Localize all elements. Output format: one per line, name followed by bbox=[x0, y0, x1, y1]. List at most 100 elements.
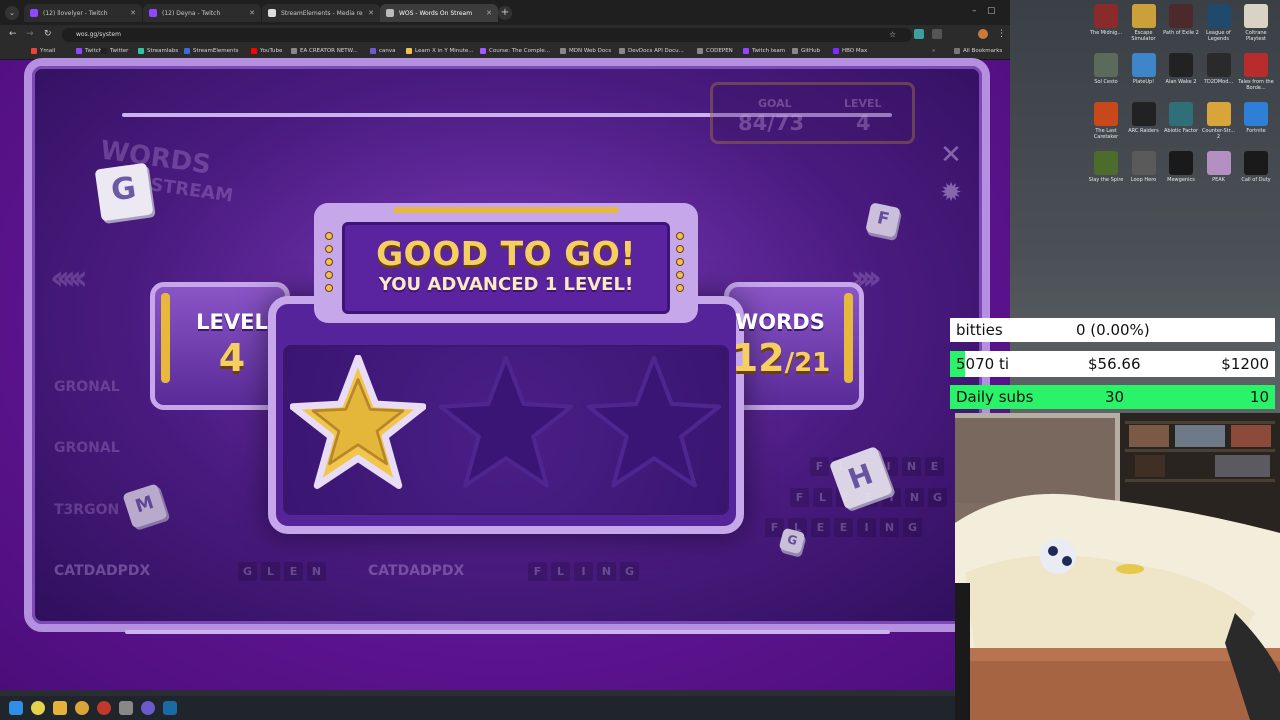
obs-icon[interactable] bbox=[97, 701, 111, 715]
desktop-shortcut[interactable]: Path of Exile 2 bbox=[1163, 4, 1199, 36]
app-icon bbox=[1094, 53, 1118, 77]
bookmark-label: DevDocs API Docu... bbox=[628, 48, 684, 54]
forward-icon[interactable]: → bbox=[26, 29, 34, 39]
tab-twitch-1[interactable]: (12) llovelyer - Twitch ✕ bbox=[24, 4, 142, 22]
letter-tile: E bbox=[284, 562, 303, 581]
desktop-shortcut[interactable]: ARC Raiders bbox=[1126, 102, 1162, 134]
taskbar bbox=[0, 696, 955, 720]
close-icon[interactable]: ✕ bbox=[130, 9, 136, 17]
shortcut-label: PlateUp! bbox=[1132, 79, 1155, 85]
new-tab-button[interactable]: + bbox=[498, 6, 512, 20]
webcam-feed bbox=[955, 413, 1280, 720]
subs-label: Daily subs bbox=[956, 388, 1034, 406]
desktop-shortcut[interactable]: PEAK bbox=[1201, 151, 1237, 183]
close-icon[interactable]: ✕ bbox=[368, 9, 374, 17]
desktop-shortcut[interactable]: Fortnite bbox=[1238, 102, 1274, 134]
bookmark-link[interactable]: DevDocs API Docu... bbox=[619, 48, 684, 54]
bookmark-label: EA CREATOR NETW... bbox=[300, 48, 358, 54]
discord-icon[interactable] bbox=[141, 701, 155, 715]
bookmark-link[interactable]: MDN Web Docs bbox=[560, 48, 611, 54]
app-icon bbox=[1094, 4, 1118, 28]
tab-search-icon[interactable]: ⌄ bbox=[5, 6, 19, 20]
windows-start-icon[interactable] bbox=[9, 701, 23, 715]
level-label: LEVEL bbox=[844, 97, 882, 110]
bookmark-link[interactable]: CODEPEN bbox=[697, 48, 733, 54]
bookmark-link[interactable]: Twitch team bbox=[743, 48, 785, 54]
bookmark-link[interactable]: Learn X in Y Minute... bbox=[406, 48, 474, 54]
bg-word: GRONAL bbox=[54, 440, 120, 456]
desktop-shortcut[interactable]: Abiotic Factor bbox=[1163, 102, 1199, 134]
close-icon[interactable]: ✕ bbox=[249, 9, 255, 17]
letter-tile: F bbox=[790, 488, 809, 507]
bookmark-link[interactable]: EA CREATOR NETW... bbox=[291, 48, 358, 54]
bookmark-link[interactable]: StreamElements bbox=[184, 48, 239, 54]
desktop-shortcut[interactable]: The Last Caretaker bbox=[1088, 102, 1124, 140]
close-icon[interactable]: ✕ bbox=[486, 9, 492, 17]
bookmark-link[interactable]: Twitter bbox=[101, 48, 128, 54]
app-icon bbox=[1169, 102, 1193, 126]
shortcut-label: Coltrane Playtest bbox=[1245, 30, 1267, 42]
goal-label: GOAL bbox=[758, 97, 792, 110]
bg-word: T3RGON bbox=[54, 502, 120, 518]
tab-twitch-2[interactable]: (12) Deyna - Twitch ✕ bbox=[143, 4, 261, 22]
star-earned-icon bbox=[290, 355, 426, 489]
bookmark-link[interactable]: GitHub bbox=[792, 48, 820, 54]
bookmark-link[interactable]: YouTube bbox=[251, 48, 282, 54]
bookmark-link[interactable]: Streamlabs bbox=[138, 48, 178, 54]
file-explorer-icon[interactable] bbox=[53, 701, 67, 715]
extensions-puzzle-icon[interactable] bbox=[932, 29, 942, 39]
app-icon bbox=[1206, 151, 1231, 175]
letter-tile: G bbox=[903, 518, 922, 537]
bookmark-link[interactable]: canva bbox=[370, 48, 396, 54]
goal-level-box: GOAL 84/73 LEVEL 4 bbox=[710, 82, 915, 144]
bookmark-link[interactable]: HBO Max bbox=[833, 48, 867, 54]
desktop-shortcut[interactable]: Call of Duty bbox=[1238, 151, 1274, 183]
menu-kebab-icon[interactable]: ⋮ bbox=[997, 29, 1006, 39]
bits-widget: bitties 0 (0.00%) bbox=[950, 318, 1275, 342]
bookmark-link[interactable]: Ymail bbox=[31, 48, 55, 54]
app-icon bbox=[1206, 53, 1231, 77]
profile-avatar[interactable] bbox=[978, 29, 988, 39]
desktop-shortcut[interactable]: Escape Simulator bbox=[1126, 4, 1162, 42]
tab-streamelements[interactable]: StreamElements - Media re ✕ bbox=[262, 4, 380, 22]
desktop-shortcut[interactable]: 7D2DMod... bbox=[1201, 53, 1237, 85]
chrome-profile-icon[interactable] bbox=[75, 701, 89, 715]
tab-wos[interactable]: WOS - Words On Stream ✕ bbox=[380, 4, 498, 22]
words-found: 12 bbox=[731, 336, 785, 380]
desktop-shortcut[interactable]: PlateUp! bbox=[1126, 53, 1162, 85]
chrome-icon[interactable] bbox=[31, 701, 45, 715]
minimize-icon[interactable]: – bbox=[972, 6, 977, 16]
all-bookmarks-link[interactable]: All Bookmarks bbox=[954, 48, 1002, 54]
bookmark-favicon-icon bbox=[833, 48, 839, 54]
letter-tile: G bbox=[928, 488, 947, 507]
desktop-shortcut[interactable]: The Midnig... bbox=[1088, 4, 1124, 36]
app-icon bbox=[1131, 102, 1156, 126]
desktop-shortcut[interactable]: Sol Cesto bbox=[1088, 53, 1124, 85]
bookmark-link[interactable]: Course: The Comple... bbox=[480, 48, 550, 54]
result-subline: YOU ADVANCED 1 LEVEL! bbox=[378, 274, 634, 295]
desktop-shortcut[interactable]: Coltrane Playtest bbox=[1238, 4, 1274, 42]
close-icon[interactable]: ✕ bbox=[936, 140, 966, 170]
desktop-shortcut[interactable]: Loop Hero bbox=[1126, 151, 1162, 183]
desktop-shortcut[interactable]: League of Legends bbox=[1201, 4, 1237, 42]
shortcut-label: Tales from the Borde... bbox=[1238, 79, 1274, 91]
letter-dice: G bbox=[94, 162, 154, 222]
gear-icon[interactable]: ✹ bbox=[936, 178, 966, 208]
back-icon[interactable]: ← bbox=[9, 29, 17, 39]
desktop-shortcut[interactable]: Tales from the Borde... bbox=[1238, 53, 1274, 91]
extension-icon[interactable] bbox=[914, 29, 924, 39]
desktop-shortcut[interactable]: Slay the Spire bbox=[1088, 151, 1124, 183]
desktop-shortcut[interactable]: Mewgenics bbox=[1163, 151, 1199, 183]
wos-icon bbox=[386, 9, 394, 17]
words-total: /21 bbox=[784, 348, 831, 378]
bookmark-star-icon[interactable]: ☆ bbox=[889, 30, 896, 39]
bookmarks-overflow-icon[interactable]: » bbox=[932, 48, 935, 54]
desktop-shortcut[interactable]: Alan Wake 2 bbox=[1163, 53, 1199, 85]
settings-icon[interactable] bbox=[119, 701, 133, 715]
address-bar[interactable]: wos.gg/system bbox=[62, 28, 912, 42]
reload-icon[interactable]: ↻ bbox=[44, 29, 52, 39]
desktop-shortcut[interactable]: Counter-Str... 2 bbox=[1201, 102, 1237, 140]
bookmark-link[interactable]: Twitch bbox=[76, 48, 102, 54]
maximize-icon[interactable]: ▢ bbox=[987, 6, 996, 16]
steam-icon[interactable] bbox=[163, 701, 177, 715]
